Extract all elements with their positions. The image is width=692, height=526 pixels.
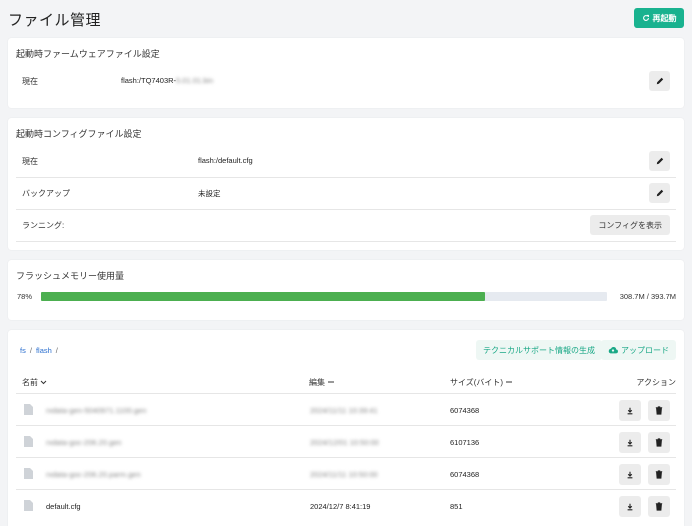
breadcrumb-flash[interactable]: flash	[36, 346, 52, 355]
table-row: default.cfg 2024/12/7 8:41:19 851	[16, 489, 676, 522]
trash-icon	[655, 438, 663, 447]
config-running-label: ランニング:	[22, 221, 65, 230]
refresh-icon	[642, 14, 649, 21]
download-button[interactable]	[619, 432, 641, 453]
file-icon	[24, 404, 33, 415]
config-card: 起動時コンフィグファイル設定 現在 flash:/default.cfg バック…	[8, 118, 684, 250]
table-row: rxdata-goc-206.20.gen 2024/12/01 10:50:0…	[16, 425, 676, 458]
minus-icon	[328, 381, 335, 383]
show-config-button[interactable]: コンフィグを表示	[590, 215, 670, 235]
pencil-icon	[656, 189, 663, 197]
file-date: 2024/11/11 10:39:41	[310, 406, 378, 415]
restart-button[interactable]: 再起動	[634, 8, 684, 28]
minus-icon	[506, 381, 513, 383]
file-size: 6074368	[450, 406, 480, 415]
flash-usage-text: 308.7M / 393.7M	[619, 292, 676, 301]
config-backup-value: 未設定	[198, 189, 221, 198]
page-header: ファイル管理 再起動	[8, 8, 684, 30]
delete-button[interactable]	[648, 400, 670, 421]
firmware-current-row: 現在 flash:/TQ7403R-5.01.01.bin	[16, 66, 676, 97]
download-icon	[627, 503, 633, 510]
flash-usage-bar	[41, 292, 607, 301]
trash-icon	[655, 406, 663, 415]
delete-button[interactable]	[648, 432, 670, 453]
file-icon	[24, 500, 33, 511]
breadcrumb-separator: /	[29, 346, 32, 355]
page-title: ファイル管理	[8, 12, 102, 29]
file-name[interactable]: default.cfg	[46, 502, 81, 511]
table-row: rxdata-goc-206.20.parm.gen 2024/11/11 10…	[16, 457, 676, 490]
tech-support-button[interactable]: テクニカルサポート情報の生成	[476, 340, 602, 360]
file-icon	[24, 468, 33, 479]
download-button[interactable]	[619, 464, 641, 485]
cloud-upload-icon	[608, 346, 618, 354]
file-size: 6074368	[450, 470, 480, 479]
firmware-current-value: flash:/TQ7403R-5.01.01.bin	[121, 76, 214, 85]
file-name[interactable]: rxdata-gen-5040971.1100.gen	[46, 406, 146, 415]
config-running-row: ランニング: コンフィグを表示	[16, 210, 676, 242]
column-size-header[interactable]: サイズ(バイト)	[450, 377, 513, 388]
config-backup-label: バックアップ	[22, 189, 70, 198]
column-actions-header: アクション	[636, 378, 676, 387]
file-date: 2024/11/11 10:50:00	[310, 470, 378, 479]
column-name-header[interactable]: 名前	[22, 377, 47, 388]
breadcrumb-separator: /	[55, 346, 58, 355]
chevron-down-icon	[40, 380, 47, 385]
config-title: 起動時コンフィグファイル設定	[16, 129, 142, 139]
flash-usage-percent: 78%	[17, 292, 33, 301]
firmware-current-label: 現在	[22, 77, 38, 86]
download-button[interactable]	[619, 400, 641, 421]
table-row: rxdata-gen-5040971.1100.gen 2024/11/11 1…	[16, 393, 676, 426]
edit-firmware-button[interactable]	[649, 71, 670, 91]
edit-config-backup-button[interactable]	[649, 183, 670, 203]
file-date: 2024/12/01 10:50:00	[310, 438, 379, 447]
pencil-icon	[656, 77, 663, 85]
restart-label: 再起動	[652, 13, 677, 23]
trash-icon	[655, 502, 663, 511]
config-current-row: 現在 flash:/default.cfg	[16, 146, 676, 178]
breadcrumb-fs[interactable]: fs	[20, 346, 26, 355]
column-modified-header[interactable]: 編集	[309, 377, 335, 388]
flash-usage-card: フラッシュメモリー使用量 78% 308.7M / 393.7M	[8, 260, 684, 320]
file-icon	[24, 436, 33, 447]
download-icon	[627, 407, 633, 414]
download-icon	[627, 439, 633, 446]
edit-config-current-button[interactable]	[649, 151, 670, 171]
download-button[interactable]	[619, 496, 641, 517]
config-current-label: 現在	[22, 157, 38, 166]
config-backup-row: バックアップ 未設定	[16, 178, 676, 210]
file-name[interactable]: rxdata-goc-206.20.parm.gen	[46, 470, 141, 479]
config-current-value: flash:/default.cfg	[198, 156, 253, 165]
breadcrumb: fs / flash /	[20, 346, 58, 355]
download-icon	[627, 471, 633, 478]
trash-icon	[655, 470, 663, 479]
flash-usage-fill	[41, 292, 485, 301]
pencil-icon	[656, 157, 663, 165]
upload-button[interactable]: アップロード	[601, 340, 676, 360]
flash-usage-title: フラッシュメモリー使用量	[16, 271, 125, 281]
firmware-card: 起動時ファームウェアファイル設定 現在 flash:/TQ7403R-5.01.…	[8, 38, 684, 108]
firmware-title: 起動時ファームウェアファイル設定	[16, 49, 160, 59]
delete-button[interactable]	[648, 464, 670, 485]
delete-button[interactable]	[648, 496, 670, 517]
upload-label: アップロード	[621, 345, 669, 355]
file-size: 851	[450, 502, 463, 511]
file-date: 2024/12/7 8:41:19	[310, 502, 371, 511]
file-size: 6107136	[450, 438, 480, 447]
file-browser-card: fs / flash / テクニカルサポート情報の生成 アップロード 名前 編集…	[8, 330, 684, 526]
file-name[interactable]: rxdata-goc-206.20.gen	[46, 438, 121, 447]
